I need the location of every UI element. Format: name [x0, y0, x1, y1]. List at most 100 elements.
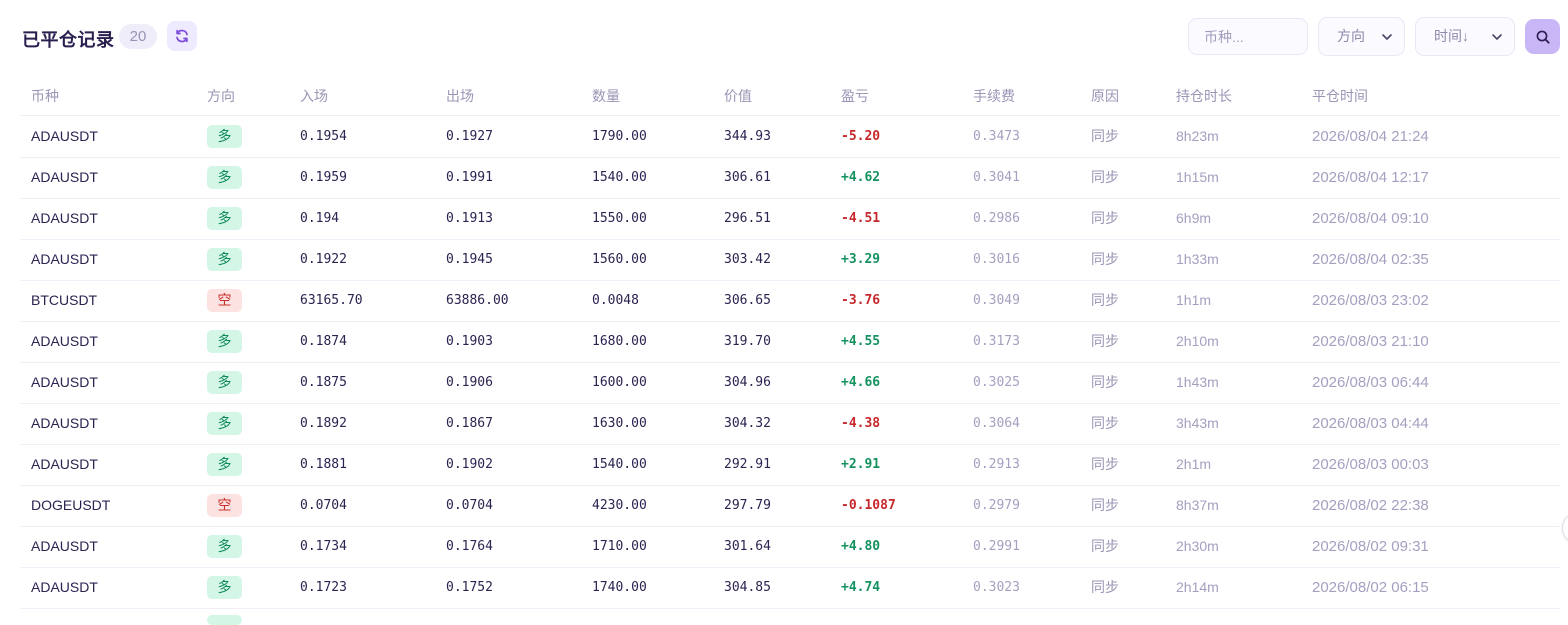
value-cell: 304.96: [724, 375, 771, 390]
exit-price-cell: 0.1927: [446, 129, 493, 144]
entry-price-cell: 0.1875: [300, 375, 347, 390]
symbol-cell: ADAUSDT: [31, 415, 98, 431]
table-row[interactable]: ADAUSDT 多 0.1892 0.1867 1630.00 304.32 -4.38 0.…: [20, 403, 1560, 445]
value-cell: 304.32: [724, 416, 771, 431]
direction-badge: 空: [207, 289, 242, 312]
quantity-cell: 1540.00: [592, 170, 647, 185]
table-row[interactable]: ADAUSDT 多 0.1922 0.1945 1560.00 303.42 +3.29 0.…: [20, 239, 1560, 281]
entry-price-cell: 0.1881: [300, 457, 347, 472]
exit-price-cell: 0.0704: [446, 498, 493, 513]
fee-cell: 0.3023: [973, 580, 1020, 595]
hold-duration-cell: 6h9m: [1176, 210, 1212, 226]
close-time-cell: 2026/08/03 21:10: [1312, 333, 1429, 350]
pnl-cell: -4.51: [841, 211, 881, 226]
close-time-cell: 2026/08/02 22:38: [1312, 497, 1429, 514]
close-time-cell: 2026/08/03 04:44: [1312, 415, 1429, 432]
close-time-cell: 2026/08/04 12:17: [1312, 169, 1429, 186]
exit-price-cell: 0.1867: [446, 416, 493, 431]
quantity-cell: 4230.00: [592, 498, 647, 513]
time-sort-select[interactable]: 时间↓: [1415, 17, 1515, 56]
entry-price-cell: 0.1734: [300, 539, 347, 554]
quantity-cell: 1600.00: [592, 375, 647, 390]
exit-price-cell: 0.1945: [446, 252, 493, 267]
entry-price-cell: 0.1874: [300, 334, 347, 349]
close-time-cell: 2026/08/02 06:15: [1312, 579, 1429, 596]
fee-cell: 0.2979: [973, 498, 1020, 513]
partial-direction-badge: [207, 615, 242, 625]
hold-duration-cell: 1h15m: [1176, 169, 1219, 185]
direction-badge: 多: [207, 207, 242, 230]
chevron-down-icon: [1492, 34, 1502, 40]
quantity-cell: 1710.00: [592, 539, 647, 554]
hold-duration-cell: 2h10m: [1176, 333, 1219, 349]
close-time-cell: 2026/08/04 21:24: [1312, 128, 1429, 145]
reason-cell: 同步: [1091, 415, 1119, 431]
reason-cell: 同步: [1091, 169, 1119, 185]
quantity-cell: 1680.00: [592, 334, 647, 349]
exit-price-cell: 0.1903: [446, 334, 493, 349]
pnl-cell: +4.66: [841, 375, 881, 390]
symbol-search-input[interactable]: [1188, 18, 1308, 55]
quantity-cell: 1790.00: [592, 129, 647, 144]
search-button[interactable]: [1525, 19, 1560, 54]
quantity-cell: 1560.00: [592, 252, 647, 267]
table-row[interactable]: ADAUSDT 多 0.1723 0.1752 1740.00 304.85 +4.74 0.…: [20, 567, 1560, 609]
value-cell: 292.91: [724, 457, 771, 472]
pnl-cell: -5.20: [841, 129, 881, 144]
entry-price-cell: 0.1954: [300, 129, 347, 144]
symbol-cell: ADAUSDT: [31, 579, 98, 595]
table-row[interactable]: DOGEUSDT 空 0.0704 0.0704 4230.00 297.79 -0.108…: [20, 485, 1560, 527]
search-icon: [1536, 30, 1550, 44]
table-row[interactable]: ADAUSDT 多 0.1881 0.1902 1540.00 292.91 +2.91 0.…: [20, 444, 1560, 486]
value-cell: 301.64: [724, 539, 771, 554]
entry-price-cell: 0.0704: [300, 498, 347, 513]
reason-cell: 同步: [1091, 251, 1119, 267]
pnl-cell: +4.74: [841, 580, 881, 595]
pnl-cell: -3.76: [841, 293, 881, 308]
symbol-cell: BTCUSDT: [31, 292, 98, 308]
fee-cell: 0.3025: [973, 375, 1020, 390]
direction-badge: 多: [207, 453, 242, 476]
column-header-hold-duration: 持仓时长: [1176, 88, 1232, 104]
entry-price-cell: 0.1922: [300, 252, 347, 267]
exit-price-cell: 0.1991: [446, 170, 493, 185]
entry-price-cell: 63165.70: [300, 293, 363, 308]
fee-cell: 0.3064: [973, 416, 1020, 431]
pnl-cell: +4.55: [841, 334, 881, 349]
entry-price-cell: 0.194: [300, 211, 340, 226]
symbol-cell: ADAUSDT: [31, 538, 98, 554]
table-row[interactable]: BTCUSDT 空 63165.70 63886.00 0.0048 306.65 -3.7…: [20, 280, 1560, 322]
pnl-cell: +2.91: [841, 457, 881, 472]
table-row[interactable]: ADAUSDT 多 0.194 0.1913 1550.00 296.51 -4.51 0.2…: [20, 198, 1560, 240]
table-row[interactable]: ADAUSDT 多 0.1959 0.1991 1540.00 306.61 +4.62 0.…: [20, 157, 1560, 199]
direction-select[interactable]: 方向: [1318, 17, 1405, 56]
reason-cell: 同步: [1091, 579, 1119, 595]
exit-price-cell: 63886.00: [446, 293, 509, 308]
column-header-value: 价值: [724, 88, 752, 104]
exit-price-cell: 0.1902: [446, 457, 493, 472]
refresh-button[interactable]: [167, 21, 197, 51]
symbol-cell: ADAUSDT: [31, 251, 98, 267]
scroll-handle[interactable]: [1562, 512, 1568, 544]
hold-duration-cell: 8h37m: [1176, 497, 1219, 513]
fee-cell: 0.3016: [973, 252, 1020, 267]
entry-price-cell: 0.1892: [300, 416, 347, 431]
symbol-cell: ADAUSDT: [31, 210, 98, 226]
symbol-cell: DOGEUSDT: [31, 497, 111, 513]
direction-badge: 多: [207, 371, 242, 394]
value-cell: 319.70: [724, 334, 771, 349]
direction-badge: 多: [207, 248, 242, 271]
table-row[interactable]: ADAUSDT 多 0.1954 0.1927 1790.00 344.93 -5.20 0.…: [20, 116, 1560, 158]
hold-duration-cell: 3h43m: [1176, 415, 1219, 431]
table-row[interactable]: ADAUSDT 多 0.1734 0.1764 1710.00 301.64 +4.80 0.…: [20, 526, 1560, 568]
fee-cell: 0.3173: [973, 334, 1020, 349]
table-row[interactable]: ADAUSDT 多 0.1874 0.1903 1680.00 319.70 +4.55 0.…: [20, 321, 1560, 363]
reason-cell: 同步: [1091, 128, 1119, 144]
exit-price-cell: 0.1752: [446, 580, 493, 595]
value-cell: 306.61: [724, 170, 771, 185]
value-cell: 306.65: [724, 293, 771, 308]
direction-select-value: 方向: [1337, 28, 1365, 44]
fee-cell: 0.2991: [973, 539, 1020, 554]
column-header-reason: 原因: [1091, 88, 1119, 104]
table-row[interactable]: ADAUSDT 多 0.1875 0.1906 1600.00 304.96 +4.66 0.…: [20, 362, 1560, 404]
